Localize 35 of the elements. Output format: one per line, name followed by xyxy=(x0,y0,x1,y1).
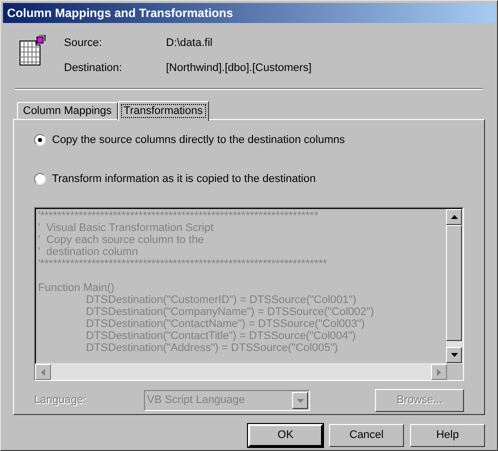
radio-button[interactable] xyxy=(34,172,46,185)
radio-label[interactable]: Copy the source columns directly to the destination columns xyxy=(52,132,345,148)
window-title: Column Mappings and Transformations xyxy=(7,5,234,22)
tab[interactable]: Column Mappings xyxy=(17,102,118,120)
dialog-button[interactable]: OK xyxy=(248,424,323,447)
code-line: '******************************************************************* xyxy=(38,258,328,270)
dialog-button[interactable]: Cancel xyxy=(329,424,404,447)
code-line: DTSDestination("Address") = DTSSource("Col005") xyxy=(85,342,339,354)
code-line: ' Copy each source column to the xyxy=(38,234,205,246)
code-line: DTSDestination("ContactTitle") = DTSSource("Col004") xyxy=(85,330,357,342)
dialog-button[interactable]: Help xyxy=(410,424,485,447)
down-arrow-icon xyxy=(450,353,458,357)
dropdown-arrow-icon xyxy=(296,398,304,402)
scrollbar-corner xyxy=(447,364,463,380)
code-line: ' Visual Basic Transformation Script xyxy=(38,222,215,234)
right-arrow-icon xyxy=(437,368,441,376)
tab[interactable]: Transformations xyxy=(118,101,209,121)
language-label: Language: xyxy=(34,393,87,408)
scroll-up-button[interactable] xyxy=(446,209,462,225)
code-line: DTSDestination("ContactName") = DTSSource("Col003") xyxy=(85,318,366,330)
radio-button[interactable] xyxy=(34,134,46,146)
code-line: ' destination column xyxy=(38,246,139,258)
code-line: '***************************************************************** xyxy=(38,210,320,222)
field-label: Source: xyxy=(64,36,103,51)
code-line: DTSDestination("CompanyName") = DTSSource("Col002") xyxy=(85,306,375,318)
field-value: D:\data.fil xyxy=(166,36,214,51)
code-line: Function Main() xyxy=(38,282,116,294)
field-label: Destination: xyxy=(64,60,124,76)
scroll-thumb[interactable] xyxy=(446,225,462,341)
left-arrow-icon xyxy=(41,368,45,376)
field-value: [Northwind].[dbo].[Customers] xyxy=(166,60,312,76)
scroll-down-button[interactable] xyxy=(446,347,462,363)
radio-label[interactable]: Transform information as it is copied to the destination xyxy=(52,170,316,187)
up-arrow-icon xyxy=(450,215,458,219)
code-line: DTSDestination("CustomerID") = DTSSource("Col001") xyxy=(85,294,358,306)
